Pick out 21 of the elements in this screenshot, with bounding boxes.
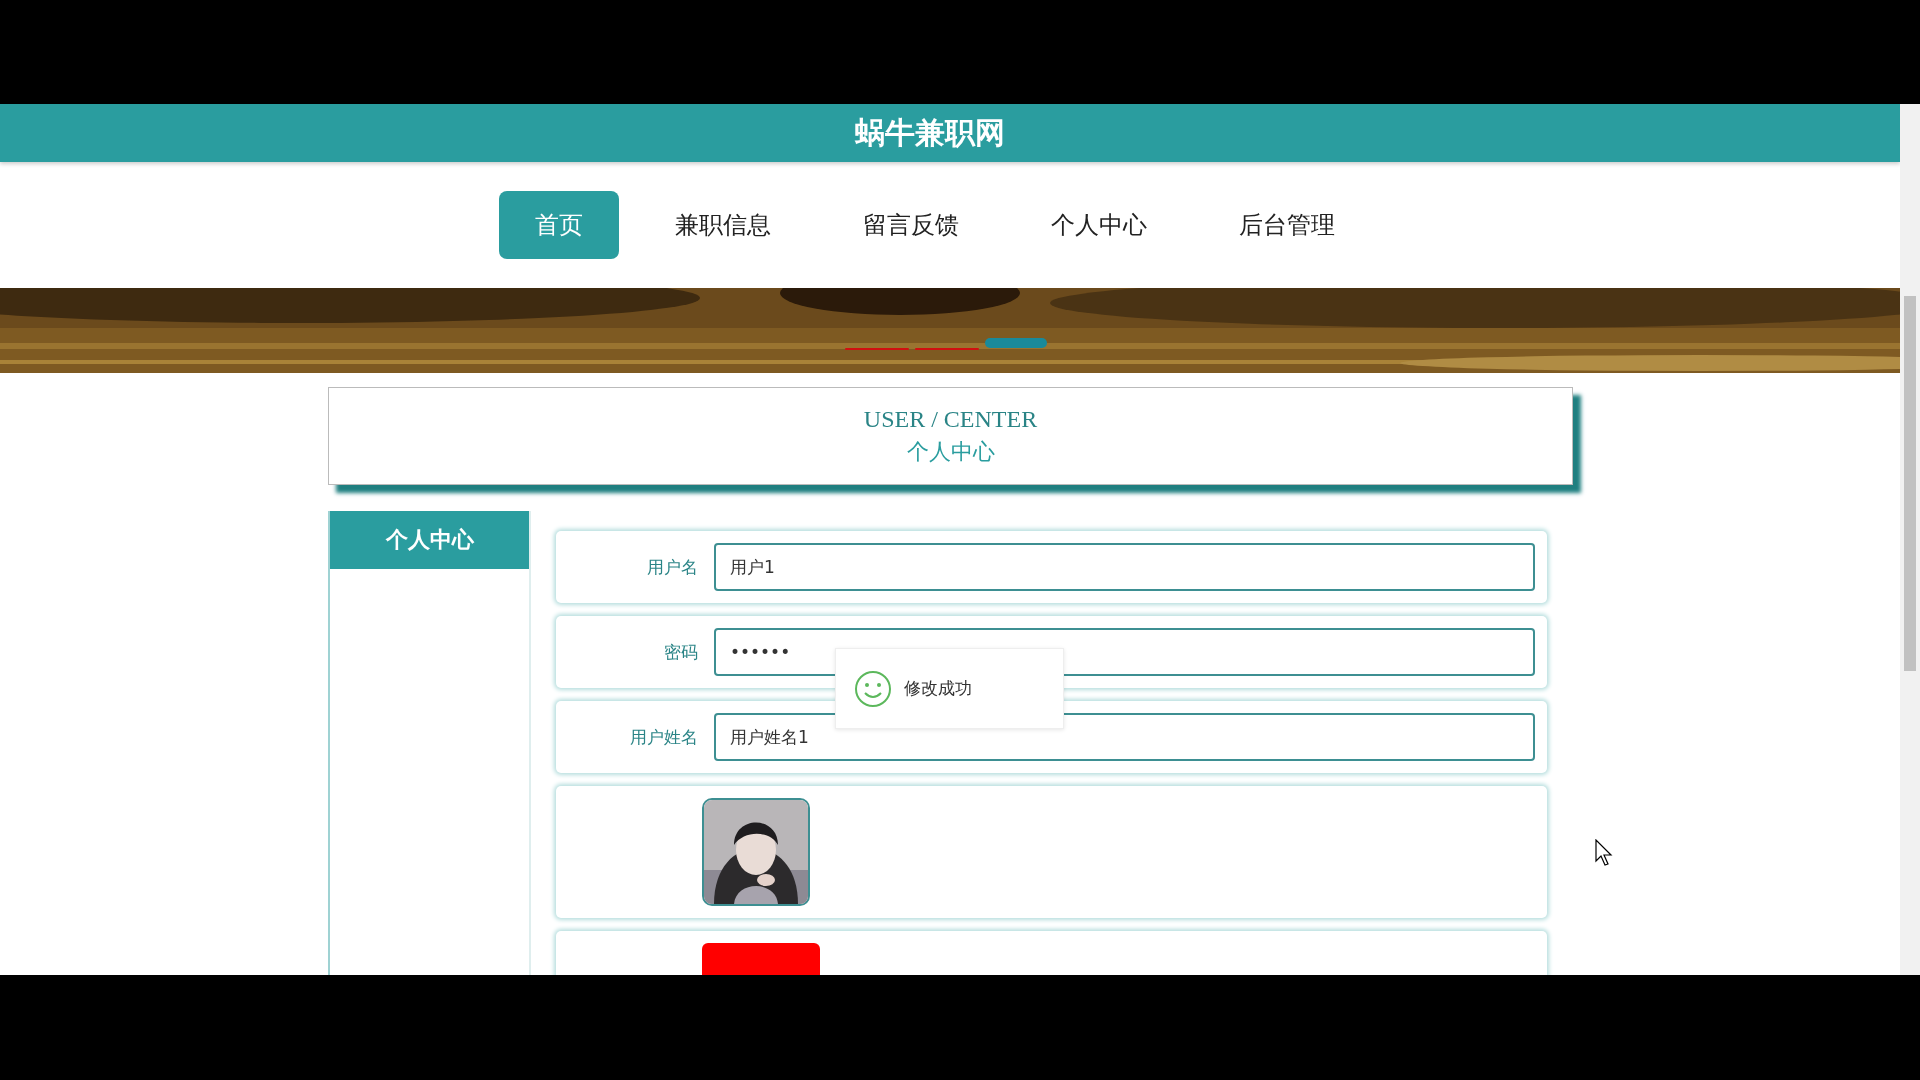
nav-tab[interactable]: 兼职信息 [639,191,807,259]
field-label: 密码 [663,640,699,664]
field-label: 用户姓名 [629,725,699,749]
input-field[interactable]: 用户姓名1 [714,713,1535,761]
nav-tab[interactable]: 个人中心 [1015,191,1183,259]
smiley-icon [854,669,892,708]
action-button[interactable] [702,943,820,975]
nav-tab[interactable]: 留言反馈 [827,191,995,259]
section-title: USER / CENTER [863,405,1038,433]
carousel-indicator[interactable] [985,338,1047,348]
toast-message: 修改成功 [904,677,972,700]
nav-tab[interactable]: 后台管理 [1203,191,1371,259]
scrollbar[interactable] [1900,104,1920,975]
sidebar-title: 个人中心 [330,511,529,569]
input-field[interactable]: 用户1 [714,543,1535,591]
field-label: 用户名 [646,555,699,579]
site-title: 蜗牛兼职网 [855,113,1005,152]
carousel-indicator[interactable] [915,348,979,350]
carousel-indicator[interactable] [845,348,909,350]
cursor-icon [1595,839,1613,867]
section-subtitle: 个人中心 [906,437,995,466]
